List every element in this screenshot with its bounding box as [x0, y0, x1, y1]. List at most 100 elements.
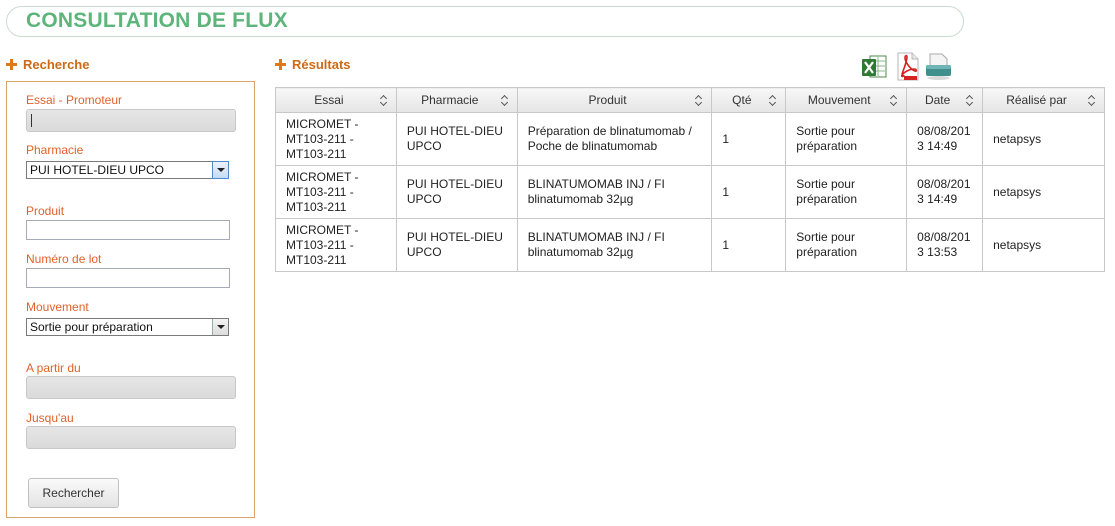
essai-label: Essai - Promoteur: [26, 93, 123, 107]
to-date-field[interactable]: [26, 426, 236, 449]
column-header-pharmacie[interactable]: Pharmacie: [395, 87, 518, 113]
pharmacie-label: Pharmacie: [26, 143, 84, 157]
cell-produit-line: BLINATUMOMAB INJ / FI: [527, 177, 665, 191]
cell-mouvement-line: préparation: [796, 192, 857, 206]
cell-pharmacie: PUI HOTEL-DIEU UPCO: [395, 165, 518, 219]
results-body: MICROMET - MT103-211 - MT103-211 PUI HOTEL-…: [275, 112, 1105, 272]
csv-icon[interactable]: [925, 52, 952, 81]
cell-produit: Préparation de blinatumomab / Poche de bl…: [516, 112, 713, 166]
sort-icon[interactable]: [966, 95, 973, 105]
cell-realise-par-text: netapsys: [993, 131, 1042, 146]
cell-essai-line: MT103-211 -: [286, 131, 354, 146]
cell-produit-line: blinatumomab 32µg: [527, 192, 634, 206]
page-title: CONSULTATION DE FLUX: [26, 9, 288, 32]
cell-realise-par: netapsys: [982, 165, 1105, 219]
search-button[interactable]: Rechercher: [28, 478, 119, 508]
cell-produit: BLINATUMOMAB INJ / FI blinatumomab 32µg: [516, 218, 713, 272]
mouvement-select-value: Sortie pour préparation: [30, 320, 153, 334]
table-row[interactable]: MICROMET - MT103-211 - MT103-211 PUI HOTEL-…: [275, 218, 1105, 272]
cell-qte: 1: [711, 112, 787, 166]
page-header: CONSULTATION DE FLUX: [6, 6, 964, 37]
sort-icon[interactable]: [380, 95, 387, 105]
column-header-label: Pharmacie: [421, 93, 479, 107]
cell-produit-line: Poche de blinatumomab: [527, 139, 658, 153]
text-caret: [31, 114, 32, 127]
sort-icon[interactable]: [501, 95, 508, 105]
column-header-label: Produit: [588, 93, 627, 107]
cell-qte: 1: [711, 165, 787, 219]
cell-mouvement-line: Sortie pour: [796, 177, 855, 191]
table-row[interactable]: MICROMET - MT103-211 - MT103-211 PUI HOTEL-…: [275, 112, 1105, 166]
column-header-date[interactable]: Date: [906, 87, 984, 113]
cell-date-line: 3 13:53: [917, 245, 958, 259]
search-panel: Essai - Promoteur Pharmacie PUI HOTEL-DI…: [6, 81, 255, 518]
cell-essai-line: MT103-211: [286, 199, 347, 214]
cell-essai-line: MT103-211: [286, 252, 347, 267]
cell-qte-text: 1: [722, 237, 730, 252]
cell-realise-par-text: netapsys: [993, 237, 1042, 252]
produit-label: Produit: [26, 204, 65, 218]
chevron-down-icon[interactable]: [212, 319, 228, 335]
search-heading[interactable]: Recherche: [6, 57, 89, 72]
essai-field[interactable]: [26, 109, 236, 132]
column-header-label: Date: [924, 93, 951, 107]
results-heading[interactable]: Résultats: [275, 57, 351, 72]
mouvement-select[interactable]: Sortie pour préparation: [26, 318, 229, 336]
cell-realise-par-text: netapsys: [993, 184, 1042, 199]
cell-date: 08/08/201 3 14:49: [906, 165, 984, 219]
cell-pharmacie-line: UPCO: [406, 139, 442, 153]
column-header-label: Réalisé par: [1006, 93, 1067, 107]
cell-date: 08/08/201 3 13:53: [906, 218, 984, 272]
lot-label: Numéro de lot: [26, 252, 102, 266]
cell-pharmacie-line: UPCO: [406, 192, 442, 206]
cell-essai-line: MICROMET -: [286, 116, 359, 131]
cell-essai-line: MICROMET -: [286, 169, 359, 184]
table-row[interactable]: MICROMET - MT103-211 - MT103-211 PUI HOTEL-…: [275, 165, 1105, 219]
cell-date-line: 08/08/201: [917, 230, 971, 244]
cell-essai-line: MT103-211: [286, 146, 347, 161]
chevron-down-icon[interactable]: [212, 161, 229, 179]
from-date-field[interactable]: [26, 376, 236, 399]
cell-mouvement-line: préparation: [796, 139, 857, 153]
cell-pharmacie-line: PUI HOTEL-DIEU: [406, 124, 503, 138]
export-toolbar: [861, 52, 955, 82]
cell-date-line: 3 14:49: [917, 192, 958, 206]
column-header-mouvement[interactable]: Mouvement: [785, 87, 908, 113]
column-header-essai[interactable]: Essai: [275, 87, 397, 113]
cell-qte-text: 1: [722, 131, 730, 146]
column-header-realise-par[interactable]: Réalisé par: [982, 87, 1105, 113]
cell-essai-line: MICROMET -: [286, 222, 359, 237]
sort-icon[interactable]: [769, 95, 776, 105]
pdf-icon[interactable]: [894, 52, 921, 81]
column-header-label: Qté: [732, 93, 752, 107]
plus-icon: [6, 59, 17, 70]
cell-pharmacie-line: PUI HOTEL-DIEU: [406, 230, 503, 244]
from-date-label: A partir du: [26, 361, 81, 375]
column-header-produit[interactable]: Produit: [516, 87, 713, 113]
cell-mouvement-line: préparation: [796, 245, 857, 259]
cell-qte: 1: [711, 218, 787, 272]
sort-icon[interactable]: [695, 95, 702, 105]
cell-produit: BLINATUMOMAB INJ / FI blinatumomab 32µg: [516, 165, 713, 219]
mouvement-label: Mouvement: [26, 300, 89, 314]
cell-mouvement: Sortie pour préparation: [785, 112, 908, 166]
excel-icon[interactable]: [861, 52, 888, 81]
produit-field[interactable]: [26, 220, 230, 240]
cell-pharmacie-line: PUI HOTEL-DIEU: [406, 177, 503, 191]
cell-date-line: 3 14:49: [917, 139, 958, 153]
column-header-label: Mouvement: [807, 93, 871, 107]
pharmacie-select[interactable]: PUI HOTEL-DIEU UPCO: [26, 161, 229, 179]
cell-essai: MICROMET - MT103-211 - MT103-211: [275, 112, 397, 166]
cell-essai-line: MT103-211 -: [286, 237, 354, 252]
cell-mouvement-line: Sortie pour: [796, 230, 855, 244]
to-date-label: Jusqu'au: [26, 411, 74, 425]
pharmacie-select-value: PUI HOTEL-DIEU UPCO: [30, 163, 165, 177]
lot-field[interactable]: [26, 268, 230, 288]
search-heading-label: Recherche: [23, 57, 90, 72]
column-header-qte[interactable]: Qté: [711, 87, 787, 113]
cell-date: 08/08/201 3 14:49: [906, 112, 984, 166]
results-table: Essai Pharmacie Produit Qté Mouvement Da…: [275, 87, 1105, 272]
sort-icon[interactable]: [1088, 95, 1095, 105]
column-header-label: Essai: [314, 93, 344, 107]
sort-icon[interactable]: [890, 95, 897, 105]
